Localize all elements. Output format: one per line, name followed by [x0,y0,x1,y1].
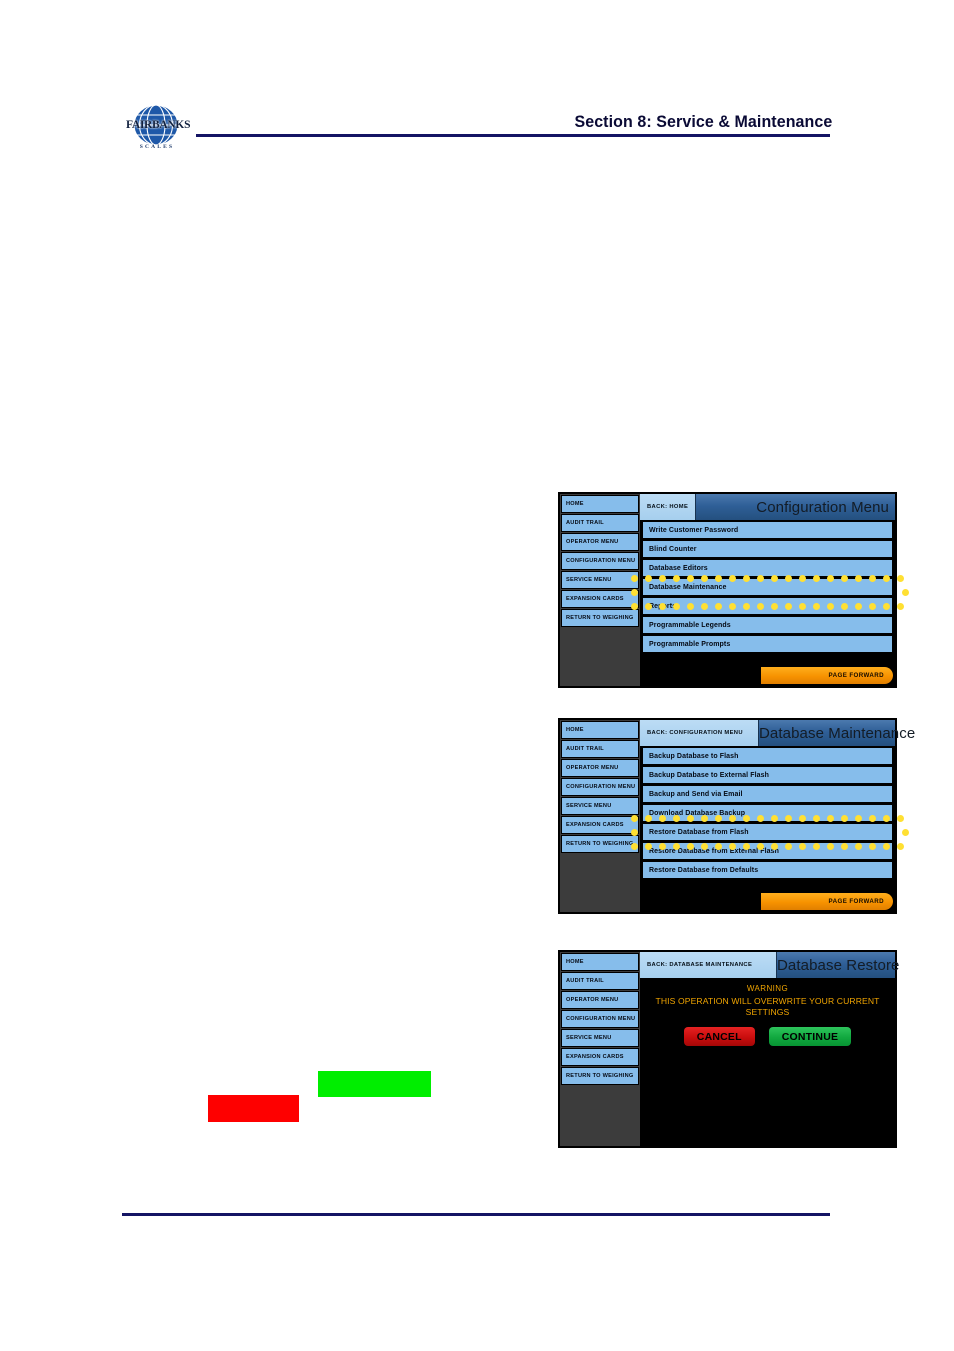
menu-item-backup-database-to-flash[interactable]: Backup Database to Flash [642,747,893,765]
menu-item-database-maintenance[interactable]: Database Maintenance [642,578,893,596]
nav-item-home[interactable]: HOME [561,495,639,513]
logo-subtext: SCALES [139,144,175,150]
nav-item-service-menu[interactable]: SERVICE MENU [561,571,639,589]
nav-item-configuration-menu[interactable]: CONFIGURATION MENU [561,552,639,570]
warning-message: THIS OPERATION WILL OVERWRITE YOUR CURRE… [655,996,880,1017]
nav-item-configuration-menu[interactable]: CONFIGURATION MENU [561,778,639,796]
menu-item-restore-database-from-flash[interactable]: Restore Database from Flash [642,823,893,841]
menu-item-programmable-legends[interactable]: Programmable Legends [642,616,893,634]
back-button[interactable]: BACK: DATABASE MAINTENANCE [640,952,777,978]
nav-rail: HOME AUDIT TRAIL OPERATOR MENU CONFIGURA… [560,494,640,686]
page-forward-button[interactable]: PAGE FORWARD [761,666,893,684]
device-screenshot-database-maintenance: HOME AUDIT TRAIL OPERATOR MENU CONFIGURA… [558,718,915,914]
warning-dialog: WARNING THIS OPERATION WILL OVERWRITE YO… [640,978,895,1146]
highlight-dot [901,588,909,596]
nav-item-expansion-cards[interactable]: EXPANSION CARDS [561,816,639,834]
menu-item-backup-and-send-via-email[interactable]: Backup and Send via Email [642,785,893,803]
screen-body: BACK: HOME Configuration Menu Write Cust… [640,494,895,686]
page-forward-button[interactable]: PAGE FORWARD [761,892,893,910]
menu-item-backup-database-to-external-flash[interactable]: Backup Database to External Flash [642,766,893,784]
nav-item-home[interactable]: HOME [561,721,639,739]
nav-item-expansion-cards[interactable]: EXPANSION CARDS [561,590,639,608]
menu-item-write-customer-password[interactable]: Write Customer Password [642,521,893,539]
cancel-button[interactable]: CANCEL [683,1027,755,1046]
menu-list: Write Customer Password Blind Counter Da… [640,520,895,664]
warning-heading: WARNING [746,984,789,993]
green-highlight-block [318,1071,431,1097]
header-divider [196,134,830,137]
device-screenshot-database-restore: HOME AUDIT TRAIL OPERATOR MENU CONFIGURA… [558,950,899,1148]
nav-item-service-menu[interactable]: SERVICE MENU [561,797,639,815]
page-title: Section 8: Service & Maintenance [574,112,832,131]
red-highlight-block [208,1095,299,1122]
nav-item-operator-menu[interactable]: OPERATOR MENU [561,991,639,1009]
nav-item-home[interactable]: HOME [561,953,639,971]
titlebar: BACK: HOME Configuration Menu [640,494,895,520]
nav-item-return-to-weighing[interactable]: RETURN TO WEIGHING [561,835,639,853]
titlebar: BACK: DATABASE MAINTENANCE Database Rest… [640,952,899,978]
page-header: FAIRBANKS SCALES Section 8: Service & Ma… [0,0,954,170]
action-bar: PAGE FORWARD [640,890,895,912]
nav-item-audit-trail[interactable]: AUDIT TRAIL [561,972,639,990]
footer-divider [122,1213,830,1216]
nav-item-return-to-weighing[interactable]: RETURN TO WEIGHING [561,1067,639,1085]
menu-item-database-editors[interactable]: Database Editors [642,559,893,577]
nav-item-expansion-cards[interactable]: EXPANSION CARDS [561,1048,639,1066]
nav-item-operator-menu[interactable]: OPERATOR MENU [561,533,639,551]
menu-item-reports[interactable]: Reports [642,597,893,615]
nav-item-operator-menu[interactable]: OPERATOR MENU [561,759,639,777]
action-bar: PAGE FORWARD [640,664,895,686]
logo-wordmark: FAIRBANKS [126,119,191,131]
nav-rail: HOME AUDIT TRAIL OPERATOR MENU CONFIGURA… [560,952,640,1146]
screen-body: BACK: DATABASE MAINTENANCE Database Rest… [640,952,899,1146]
highlight-dot [896,842,904,850]
device-screenshot-configuration-menu: HOME AUDIT TRAIL OPERATOR MENU CONFIGURA… [558,492,897,688]
nav-item-audit-trail[interactable]: AUDIT TRAIL [561,514,639,532]
highlight-dot [901,828,909,836]
screen-body: BACK: CONFIGURATION MENU Database Mainte… [640,720,915,912]
nav-rail: HOME AUDIT TRAIL OPERATOR MENU CONFIGURA… [560,720,640,912]
nav-item-audit-trail[interactable]: AUDIT TRAIL [561,740,639,758]
highlight-dot [896,574,904,582]
screen-title: Configuration Menu [756,498,889,516]
nav-item-configuration-menu[interactable]: CONFIGURATION MENU [561,1010,639,1028]
continue-button[interactable]: CONTINUE [768,1027,852,1046]
back-button[interactable]: BACK: HOME [640,494,697,520]
highlight-dot [896,602,904,610]
highlight-dot [896,814,904,822]
screen-title: Database Maintenance [759,724,916,742]
dialog-button-row: CANCEL CONTINUE [683,1027,852,1046]
menu-item-restore-database-from-defaults[interactable]: Restore Database from Defaults [642,861,893,879]
back-button[interactable]: BACK: CONFIGURATION MENU [640,720,759,746]
screen-title: Database Restore [777,956,900,974]
menu-item-restore-database-from-external-flash[interactable]: Restore Database from External Flash [642,842,893,860]
menu-item-blind-counter[interactable]: Blind Counter [642,540,893,558]
menu-item-download-database-backup[interactable]: Download Database Backup [642,804,893,822]
titlebar: BACK: CONFIGURATION MENU Database Mainte… [640,720,915,746]
menu-item-programmable-prompts[interactable]: Programmable Prompts [642,635,893,653]
menu-list: Backup Database to Flash Backup Database… [640,746,895,890]
fairbanks-logo: FAIRBANKS SCALES [126,103,191,155]
nav-item-service-menu[interactable]: SERVICE MENU [561,1029,639,1047]
nav-item-return-to-weighing[interactable]: RETURN TO WEIGHING [561,609,639,627]
